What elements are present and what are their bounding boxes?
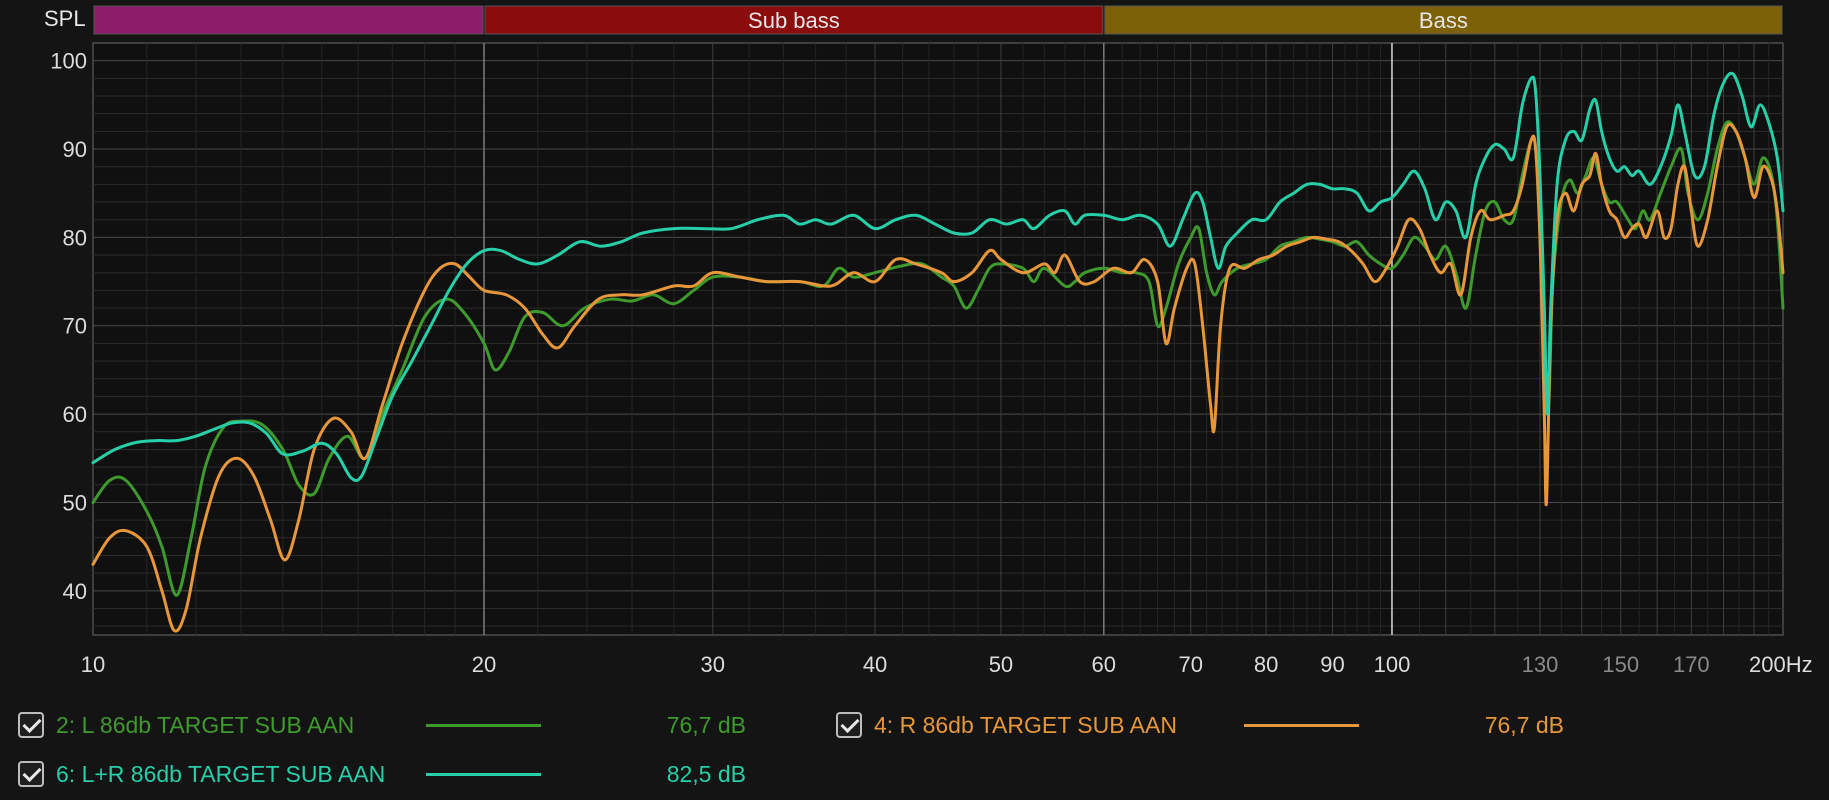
y-tick-label: 70: [63, 314, 87, 339]
y-axis-title: SPL: [44, 6, 86, 31]
legend-item-lr[interactable]: 6: L+R 86db TARGET SUB AAN 82,5 dB: [18, 757, 746, 791]
x-tick-label: 150: [1602, 652, 1639, 677]
frequency-response-chart[interactable]: Sub bass Bass 100 90 80 70 60 50 40 10 20 30 40 50 6…: [0, 0, 1829, 800]
x-tick-label: 50: [989, 652, 1013, 677]
x-tick-label: 100: [1374, 652, 1411, 677]
legend-checkbox-lr[interactable]: [18, 761, 44, 787]
legend-swatch-r: [1244, 723, 1359, 727]
x-tick-label: 30: [701, 652, 725, 677]
legend-value-r: 76,7 dB: [1484, 711, 1564, 738]
legend-swatch-lr: [426, 772, 541, 776]
legend-swatch-l: [426, 723, 541, 727]
legend-checkbox-l[interactable]: [18, 712, 44, 738]
x-tick-label: 80: [1254, 652, 1278, 677]
x-tick-label: 40: [863, 652, 887, 677]
y-tick-label: 50: [63, 490, 87, 515]
legend-checkbox-r[interactable]: [836, 712, 862, 738]
x-tick-label: 60: [1092, 652, 1116, 677]
x-tick-label: 70: [1179, 652, 1203, 677]
x-tick-label: 170: [1673, 652, 1710, 677]
x-tick-label: 10: [81, 652, 105, 677]
legend-value-l: 76,7 dB: [666, 711, 746, 738]
x-tick-label: 200Hz: [1749, 652, 1813, 677]
band-label-3: Bass: [1419, 8, 1468, 33]
band-1[interactable]: [93, 5, 484, 35]
y-tick-label: 60: [63, 402, 87, 427]
legend-item-l[interactable]: 2: L 86db TARGET SUB AAN 76,7 dB: [18, 708, 746, 742]
legend-label-l: 2: L 86db TARGET SUB AAN: [56, 711, 355, 738]
legend-label-r: 4: R 86db TARGET SUB AAN: [874, 711, 1177, 738]
y-tick-label: 40: [63, 579, 87, 604]
frequency-bands-bar: Sub bass Bass: [93, 5, 1783, 35]
x-tick-label: 130: [1522, 652, 1559, 677]
x-tick-label: 90: [1320, 652, 1344, 677]
legend: 2: L 86db TARGET SUB AAN 76,7 dB 4: R 86…: [0, 700, 1829, 800]
legend-value-lr: 82,5 dB: [666, 760, 746, 787]
band-label-2: Sub bass: [748, 8, 840, 33]
y-tick-label: 80: [63, 225, 87, 250]
y-tick-label: 100: [50, 49, 87, 74]
x-tick-label: 20: [472, 652, 496, 677]
legend-item-r[interactable]: 4: R 86db TARGET SUB AAN 76,7 dB: [836, 708, 1564, 742]
legend-label-lr: 6: L+R 86db TARGET SUB AAN: [56, 760, 386, 787]
y-tick-label: 90: [63, 137, 87, 162]
